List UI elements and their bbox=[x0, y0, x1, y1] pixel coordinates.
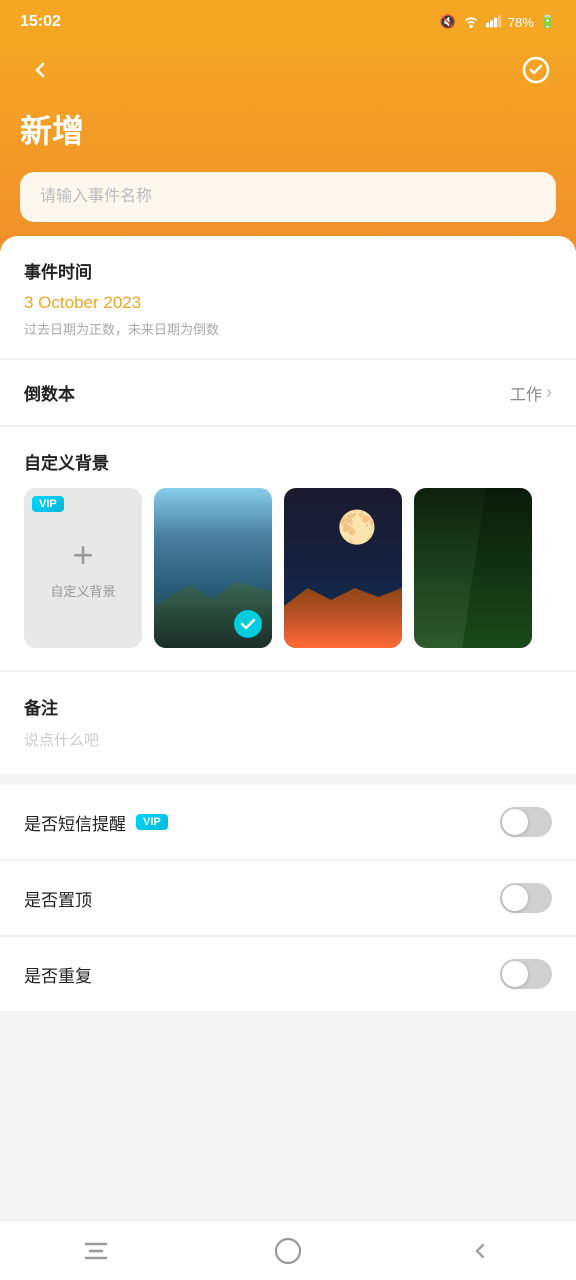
nav-back-button[interactable] bbox=[450, 1231, 510, 1271]
background-forest-thumb[interactable] bbox=[414, 488, 532, 648]
toggles-container: 是否短信提醒 VIP 是否置顶 是否重复 bbox=[0, 785, 576, 1012]
date-hint: 过去日期为正数，未来日期为倒数 bbox=[24, 319, 552, 338]
gap-block bbox=[0, 775, 576, 785]
background-moon-thumb[interactable] bbox=[284, 488, 402, 648]
date-value[interactable]: 3 October 2023 bbox=[24, 293, 552, 313]
sms-toggle-left: 是否短信提醒 VIP bbox=[24, 810, 168, 835]
vip-badge-custom: VIP bbox=[32, 496, 64, 512]
pin-toggle-label: 是否置顶 bbox=[24, 886, 92, 911]
bottom-nav bbox=[0, 1220, 576, 1280]
back-button[interactable] bbox=[20, 50, 60, 90]
cards-container: 事件时间 3 October 2023 过去日期为正数，未来日期为倒数 倒数本 … bbox=[0, 236, 576, 775]
pin-toggle-left: 是否置顶 bbox=[24, 886, 92, 911]
notes-card: 备注 说点什么吧 bbox=[0, 672, 576, 775]
page-title: 新增 bbox=[20, 106, 556, 152]
event-time-label: 事件时间 bbox=[24, 258, 552, 283]
background-label: 自定义背景 bbox=[24, 449, 552, 474]
signal-icon bbox=[486, 14, 502, 31]
repeat-toggle-row: 是否重复 bbox=[0, 937, 576, 1012]
selected-check-rocks bbox=[234, 610, 262, 638]
chevron-right-icon: › bbox=[546, 382, 552, 403]
sms-toggle-label: 是否短信提醒 bbox=[24, 810, 126, 835]
sms-toggle-switch[interactable] bbox=[500, 807, 552, 837]
background-card: 自定义背景 VIP + 自定义背景 bbox=[0, 427, 576, 671]
status-bar: 15:02 🔇 78% 🔋 bbox=[0, 0, 576, 40]
pin-toggle-switch[interactable] bbox=[500, 883, 552, 913]
event-name-input[interactable] bbox=[20, 172, 556, 222]
notes-label: 备注 bbox=[24, 694, 552, 719]
background-custom-thumb[interactable]: VIP + 自定义背景 bbox=[24, 488, 142, 648]
header-nav bbox=[20, 50, 556, 90]
notes-input[interactable]: 说点什么吧 bbox=[24, 729, 552, 750]
status-icons: 🔇 78% 🔋 bbox=[440, 14, 556, 31]
notebook-right: 工作 › bbox=[510, 381, 552, 405]
confirm-button[interactable] bbox=[516, 50, 556, 90]
battery-icon: 🔋 bbox=[540, 14, 556, 30]
battery-text: 78% bbox=[508, 15, 534, 30]
repeat-toggle-switch[interactable] bbox=[500, 959, 552, 989]
background-rocks-thumb[interactable] bbox=[154, 488, 272, 648]
pin-toggle-row: 是否置顶 bbox=[0, 861, 576, 936]
notebook-row[interactable]: 倒数本 工作 › bbox=[0, 360, 576, 426]
repeat-toggle-left: 是否重复 bbox=[24, 962, 92, 987]
wifi-icon bbox=[462, 14, 480, 31]
sms-vip-badge: VIP bbox=[136, 814, 168, 830]
nav-home-button[interactable] bbox=[258, 1231, 318, 1271]
plus-icon: + bbox=[72, 537, 93, 573]
notebook-value: 工作 bbox=[510, 381, 542, 405]
background-thumbnails: VIP + 自定义背景 bbox=[24, 488, 552, 648]
nav-menu-button[interactable] bbox=[66, 1231, 126, 1271]
repeat-toggle-label: 是否重复 bbox=[24, 962, 92, 987]
custom-bg-label: 自定义背景 bbox=[50, 581, 115, 600]
sms-toggle-row: 是否短信提醒 VIP bbox=[0, 785, 576, 860]
event-time-card: 事件时间 3 October 2023 过去日期为正数，未来日期为倒数 bbox=[0, 236, 576, 359]
bottom-spacer bbox=[0, 1012, 576, 1092]
status-time: 15:02 bbox=[20, 13, 61, 31]
mute-icon: 🔇 bbox=[440, 14, 456, 30]
notebook-label: 倒数本 bbox=[24, 380, 75, 405]
header-area: 新增 bbox=[0, 40, 576, 252]
